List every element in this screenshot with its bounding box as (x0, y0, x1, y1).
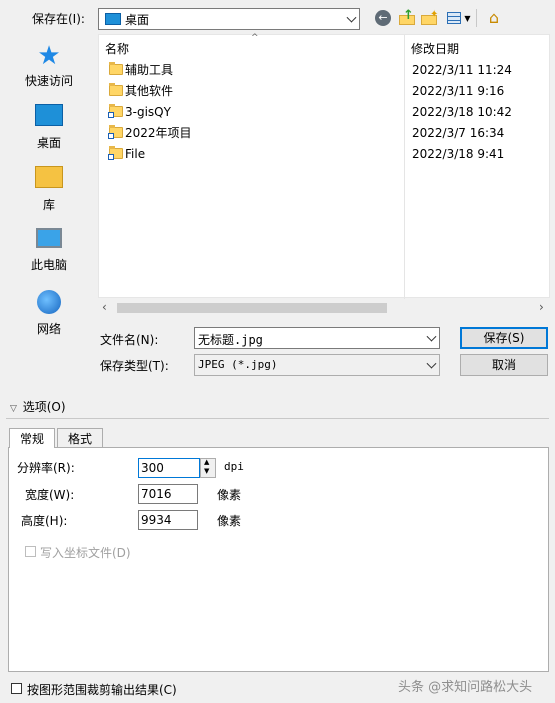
location-dropdown[interactable]: 桌面 (98, 8, 360, 30)
save-button[interactable]: 保存(S) (460, 327, 548, 349)
file-name: 辅助工具 (125, 63, 174, 77)
filename-input[interactable]: 无标题.jpg (194, 327, 440, 349)
place-label: 此电脑 (30, 258, 67, 272)
list-item[interactable]: 3-gisQY 2022/3/18 10:42 (99, 102, 549, 122)
chevron-down-icon (346, 12, 357, 23)
chevron-down-icon[interactable] (426, 331, 437, 342)
resolution-stepper[interactable]: ▲ ▼ (200, 458, 216, 478)
chevron-down-icon (426, 358, 437, 369)
back-button[interactable]: ← (372, 8, 394, 28)
desktop-icon (105, 13, 121, 25)
file-date: 2022/3/11 11:24 (412, 63, 512, 77)
resolution-input[interactable]: 300 (138, 458, 200, 478)
resolution-unit: dpi (224, 460, 244, 473)
column-header-name[interactable]: 名称 (105, 40, 129, 57)
folder-icon (109, 62, 123, 75)
spin-down-icon[interactable]: ▼ (204, 467, 209, 475)
place-desktop[interactable]: 桌面 (6, 104, 92, 151)
resolution-label: 分辨率(R): (17, 461, 75, 475)
place-this-pc[interactable]: 此电脑 (6, 228, 92, 273)
filename-label: 文件名(N): (100, 333, 159, 347)
save-in-label: 保存在(I): (32, 12, 85, 26)
height-value: 9934 (141, 513, 172, 527)
list-item[interactable]: 辅助工具 2022/3/11 11:24 (99, 60, 549, 80)
width-label: 宽度(W): (25, 488, 75, 502)
file-name: 2022年项目 (125, 126, 192, 140)
folder-shortcut-icon (108, 125, 123, 139)
toolbar-divider (476, 9, 477, 27)
place-library[interactable]: 库 (6, 166, 92, 213)
caret-down-icon: ▼ (464, 13, 471, 23)
filetype-label: 保存类型(T): (100, 359, 169, 373)
view-menu-button[interactable]: ▼ (444, 8, 474, 28)
folder-shortcut-icon (108, 146, 123, 160)
file-list[interactable]: ^ 名称 修改日期 辅助工具 2022/3/11 11:24 其他软件 2022… (98, 33, 551, 317)
width-field[interactable]: 7016 (138, 484, 198, 504)
place-label: 库 (42, 198, 55, 212)
file-date: 2022/3/11 9:16 (412, 84, 505, 98)
resolution-value: 300 (141, 461, 164, 475)
filetype-value: JPEG (*.jpg) (198, 358, 278, 371)
horizontal-scrollbar[interactable]: ‹ › (99, 299, 551, 317)
world-file-checkbox[interactable] (25, 546, 36, 557)
folder-icon (109, 83, 123, 96)
options-divider (6, 418, 549, 419)
height-field[interactable]: 9934 (138, 510, 198, 530)
spin-up-icon[interactable]: ▲ (204, 458, 209, 466)
width-value: 7016 (141, 487, 172, 501)
tab-general[interactable]: 常规 (9, 428, 55, 448)
sort-up-icon: ^ (251, 33, 259, 43)
world-file-label: 写入坐标文件(D) (40, 546, 131, 560)
width-unit: 像素 (217, 488, 242, 502)
height-label: 高度(H): (21, 514, 68, 528)
desktop-icon (35, 104, 63, 126)
file-date: 2022/3/18 9:41 (412, 147, 505, 161)
filetype-select[interactable]: JPEG (*.jpg) (194, 354, 440, 376)
file-date: 2022/3/18 10:42 (412, 105, 512, 119)
list-item[interactable]: 2022年项目 2022/3/7 16:34 (99, 123, 549, 143)
new-folder-button[interactable]: ✦ (418, 8, 440, 28)
list-item[interactable]: 其他软件 2022/3/11 9:16 (99, 81, 549, 101)
scroll-left-icon[interactable]: ‹ (102, 300, 107, 314)
column-header-date[interactable]: 修改日期 (411, 40, 459, 57)
tab-format[interactable]: 格式 (57, 428, 103, 448)
options-label: 选项(O) (22, 400, 66, 414)
collapse-caret-icon: ▽ (10, 404, 17, 414)
computer-icon (36, 228, 62, 248)
place-network[interactable]: 网络 (6, 290, 92, 337)
scroll-right-icon[interactable]: › (539, 300, 544, 314)
scrollbar-thumb[interactable] (117, 303, 387, 313)
cancel-button[interactable]: 取消 (460, 354, 548, 376)
network-icon (37, 290, 61, 314)
star-icon: ★ (37, 41, 61, 71)
view-grid-icon (447, 12, 462, 24)
height-unit: 像素 (217, 514, 242, 528)
up-folder-button[interactable]: ↑ (396, 8, 418, 28)
file-date: 2022/3/7 16:34 (412, 126, 505, 140)
file-name: 3-gisQY (125, 105, 171, 119)
new-folder-icon: ✦ (421, 9, 438, 25)
list-item[interactable]: File 2022/3/18 9:41 (99, 144, 549, 164)
place-label: 桌面 (36, 136, 61, 150)
options-panel: 分辨率(R): 300 ▲ ▼ dpi 宽度(W): 7016 像素 高度(H)… (8, 447, 549, 672)
file-name: 其他软件 (125, 84, 174, 98)
watermark: 头条 @求知问路松大头 (398, 680, 533, 695)
options-toggle[interactable]: ▽ 选项(O) (10, 398, 66, 415)
clip-extent-label: 按图形范围裁剪输出结果(C) (27, 683, 177, 697)
filename-value: 无标题.jpg (198, 333, 263, 347)
back-arrow-icon: ← (375, 10, 391, 26)
places-bar: ★ 快速访问 桌面 库 此电脑 网络 (6, 34, 92, 394)
place-label: 快速访问 (24, 74, 73, 88)
clip-extent-checkbox[interactable] (11, 683, 22, 694)
file-name: File (125, 147, 146, 161)
home-icon: ⌂ (488, 8, 500, 27)
home-button[interactable]: ⌂ (483, 8, 505, 28)
place-quick-access[interactable]: ★ 快速访问 (6, 42, 92, 89)
folder-shortcut-icon (108, 104, 123, 118)
library-icon (35, 166, 63, 188)
location-value: 桌面 (125, 13, 150, 27)
up-folder-icon: ↑ (399, 8, 415, 25)
place-label: 网络 (36, 322, 61, 336)
